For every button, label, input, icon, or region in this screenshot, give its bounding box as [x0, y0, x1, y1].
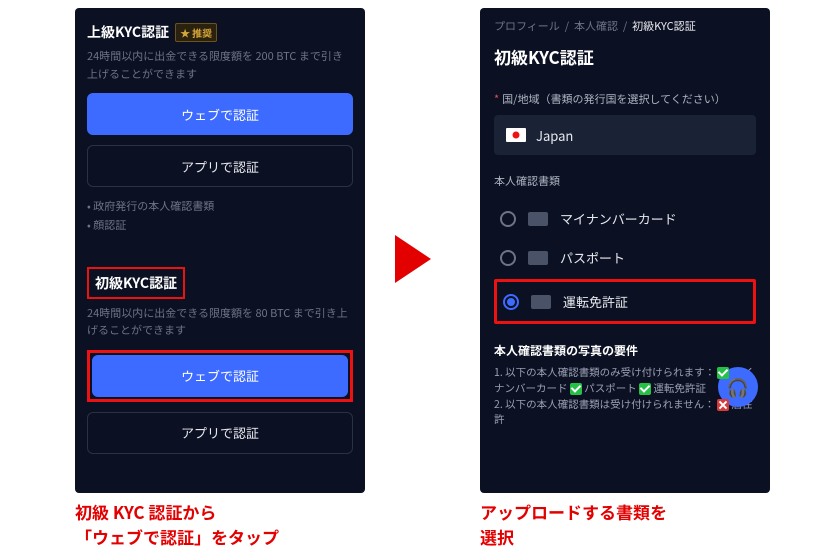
advanced-req-face: 顔認証	[93, 217, 126, 233]
star-icon: ★	[180, 25, 190, 40]
caption-step2: アップロードする書類を 選択	[480, 500, 800, 549]
check-icon	[570, 383, 582, 395]
photo-requirements-heading: 本人確認書類の写真の要件	[494, 342, 756, 359]
caption-step1: 初級 KYC 認証から 「ウェブで認証」をタップ	[75, 500, 395, 549]
radio-icon	[500, 211, 516, 227]
basic-limit-text: 24時間以内に出金できる限度額を 80 BTC まで引き上げることができます	[87, 305, 353, 340]
doc-option-label: マイナンバーカード	[560, 209, 677, 228]
advanced-requirements-list: • 政府発行の本人確認書類 • 顔認証	[87, 197, 353, 234]
advanced-kyc-title-text: 上級KYC認証	[87, 22, 169, 42]
check-icon	[717, 367, 729, 379]
doc-option-mynumber[interactable]: マイナンバーカード	[494, 199, 756, 238]
check-icon	[639, 383, 651, 395]
doc-option-label: 運転免許証	[563, 292, 628, 311]
advanced-kyc-title: 上級KYC認証 ★ 推奨	[87, 18, 217, 42]
flag-japan-icon	[506, 128, 526, 142]
document-type-label: 本人確認書類	[494, 173, 756, 189]
crumb-profile[interactable]: プロフィール	[494, 18, 560, 34]
advanced-web-auth-button[interactable]: ウェブで認証	[87, 93, 353, 135]
doc-option-drivers-license[interactable]: 運転免許証	[497, 282, 753, 321]
drivers-license-icon	[531, 295, 551, 309]
advanced-app-auth-button[interactable]: アプリで認証	[87, 145, 353, 187]
crumb-identity[interactable]: 本人確認	[574, 18, 618, 34]
passport-icon	[528, 251, 548, 265]
advanced-req-govid: 政府発行の本人確認書類	[93, 198, 214, 214]
breadcrumb: プロフィール / 本人確認 / 初級KYC認証	[494, 18, 756, 34]
id-card-icon	[528, 212, 548, 226]
basic-kyc-title-highlight: 初級KYC認証	[87, 267, 185, 299]
screenshot-step2: プロフィール / 本人確認 / 初級KYC認証 初級KYC認証 *国/地域（書類…	[480, 8, 770, 493]
required-star-icon: *	[494, 91, 499, 107]
page-title: 初級KYC認証	[494, 44, 756, 69]
doc-option-drive-highlight: 運転免許証	[494, 279, 756, 324]
cross-icon	[717, 399, 729, 411]
radio-selected-icon	[503, 294, 519, 310]
country-select[interactable]: Japan	[494, 115, 756, 155]
radio-icon	[500, 250, 516, 266]
crumb-current: 初級KYC認証	[632, 18, 696, 34]
advanced-limit-text: 24時間以内に出金できる限度額を 200 BTC まで引き上げることができます	[87, 48, 353, 83]
basic-kyc-title-text: 初級KYC認証	[95, 273, 177, 293]
country-field-label: *国/地域（書類の発行国を選択してください）	[494, 91, 756, 107]
basic-app-auth-button[interactable]: アプリで認証	[87, 412, 353, 454]
basic-kyc-title: 初級KYC認証	[87, 263, 185, 299]
recommended-badge-label: 推奨	[192, 25, 212, 40]
photo-requirements-body: 1. 以下の本人確認書類のみ受け付けられます： マイナンバーカード パスポート …	[494, 365, 756, 428]
basic-web-auth-highlight: ウェブで認証	[87, 350, 353, 402]
doc-option-label: パスポート	[560, 248, 625, 267]
doc-option-passport[interactable]: パスポート	[494, 238, 756, 277]
document-type-list: 本人確認書類 マイナンバーカード パスポート 運転免許証	[494, 173, 756, 324]
arrow-icon	[395, 235, 431, 283]
basic-web-auth-button[interactable]: ウェブで認証	[92, 355, 348, 397]
screenshot-step1: 上級KYC認証 ★ 推奨 24時間以内に出金できる限度額を 200 BTC まで…	[75, 8, 365, 493]
recommended-badge: ★ 推奨	[175, 23, 217, 42]
headset-icon: 🎧	[727, 374, 749, 400]
country-select-value: Japan	[536, 126, 573, 145]
